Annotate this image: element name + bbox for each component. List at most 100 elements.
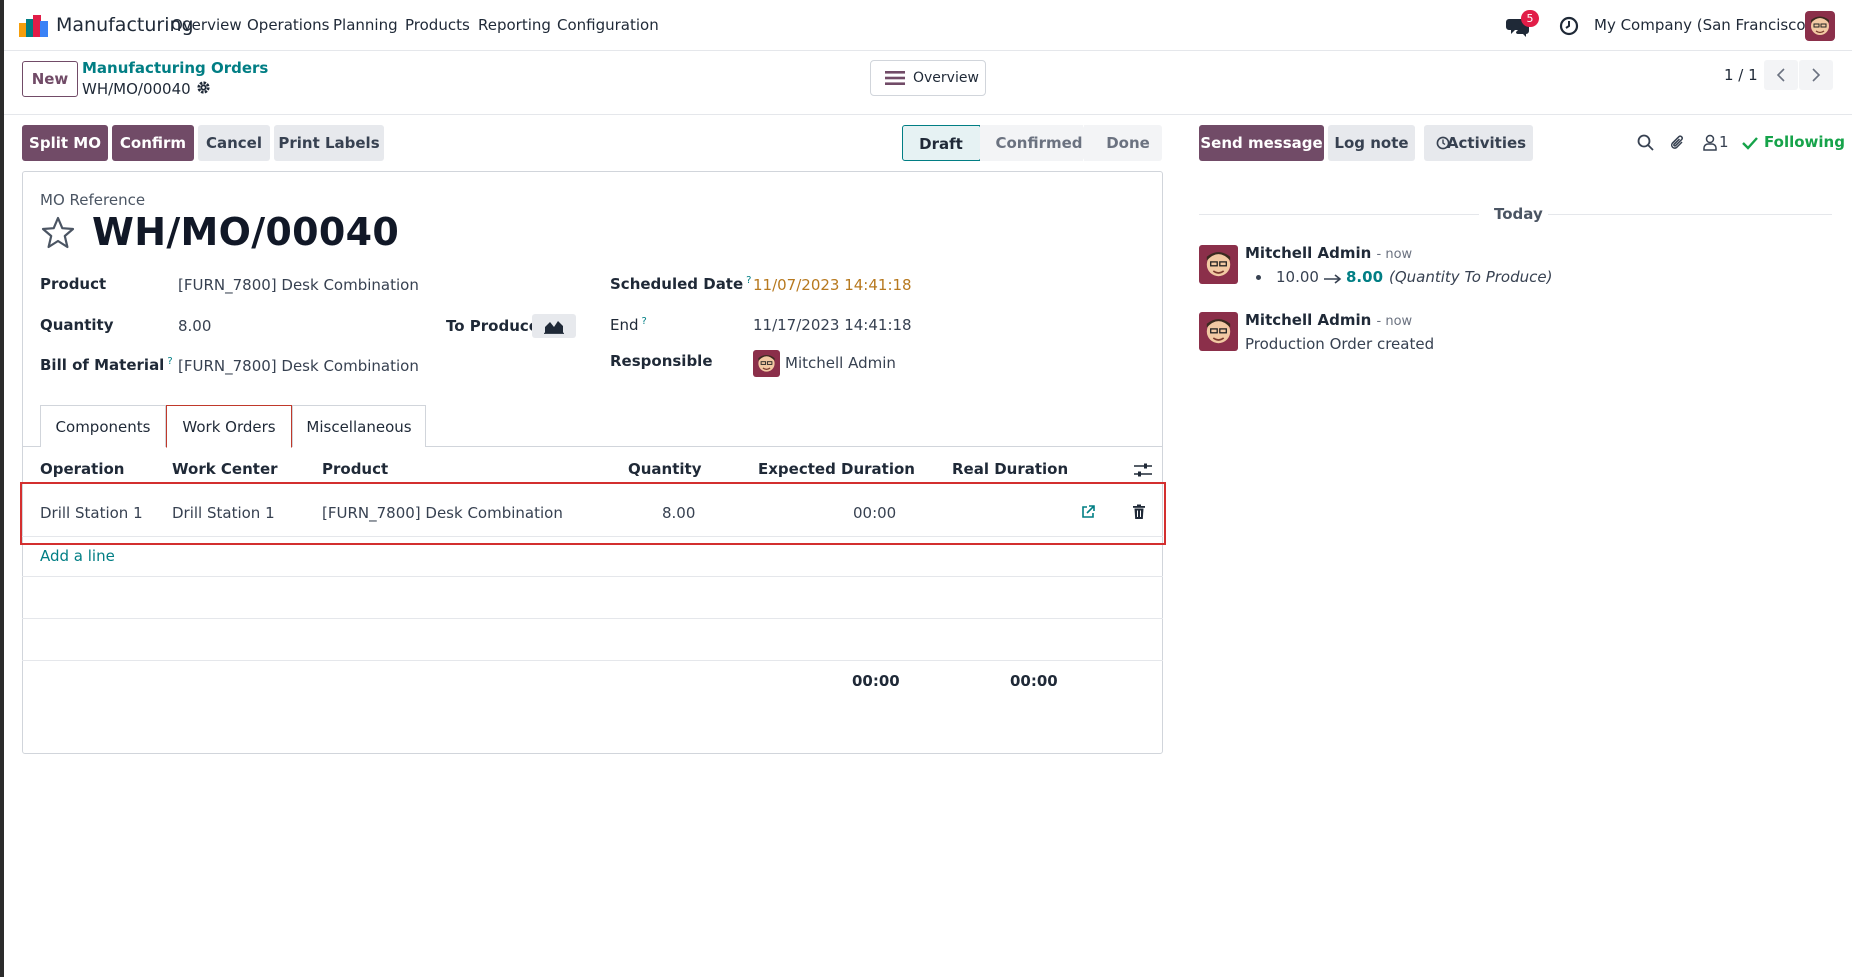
end-label-text: End xyxy=(610,316,639,334)
message-author[interactable]: Mitchell Admin - now xyxy=(1245,244,1412,262)
overview-button[interactable]: Overview xyxy=(870,60,986,96)
chevron-left-icon xyxy=(1776,68,1785,82)
menu-operations[interactable]: Operations xyxy=(247,16,329,34)
quantity-label: Quantity xyxy=(40,316,114,334)
cell-quantity[interactable]: 8.00 xyxy=(662,504,695,522)
column-product[interactable]: Product xyxy=(322,460,388,478)
forecast-chart-button[interactable] xyxy=(532,314,576,338)
menu-products[interactable]: Products xyxy=(405,16,470,34)
empty-row-divider-3 xyxy=(22,660,1163,661)
send-message-button[interactable]: Send message xyxy=(1199,125,1324,161)
area-chart-icon xyxy=(544,321,564,334)
menu-reporting[interactable]: Reporting xyxy=(478,16,551,34)
bom-label-text: Bill of Material xyxy=(40,356,165,374)
menu-planning[interactable]: Planning xyxy=(333,16,398,34)
new-button[interactable]: New xyxy=(22,61,78,97)
log-note-button[interactable]: Log note xyxy=(1328,125,1415,161)
cell-operation[interactable]: Drill Station 1 xyxy=(40,504,143,522)
add-a-line-link[interactable]: Add a line xyxy=(40,547,115,565)
company-switcher[interactable]: My Company (San Francisco) xyxy=(1594,16,1811,34)
end-date-field[interactable]: 11/17/2023 14:41:18 xyxy=(753,316,912,334)
date-separator-line-right xyxy=(1548,214,1832,215)
chevron-right-icon xyxy=(1812,68,1821,82)
user-avatar[interactable] xyxy=(1805,11,1835,41)
mo-reference-label: MO Reference xyxy=(40,191,146,209)
cancel-button[interactable]: Cancel xyxy=(198,125,270,161)
message-time: - now xyxy=(1376,314,1413,329)
optional-columns-icon[interactable] xyxy=(1133,462,1153,478)
product-field[interactable]: [FURN_7800] Desk Combination xyxy=(178,276,419,294)
confirm-button[interactable]: Confirm xyxy=(112,125,194,161)
pager-previous-button[interactable] xyxy=(1764,60,1798,90)
to-produce-label: To Produce xyxy=(446,317,539,335)
following-button[interactable]: Following xyxy=(1764,133,1845,151)
tracking-bullet xyxy=(1256,275,1261,280)
message-time: - now xyxy=(1376,247,1413,262)
message-avatar[interactable] xyxy=(1199,312,1238,351)
split-mo-button[interactable]: Split MO xyxy=(22,125,108,161)
cell-product[interactable]: [FURN_7800] Desk Combination xyxy=(322,504,563,522)
tab-miscellaneous[interactable]: Miscellaneous xyxy=(292,405,426,447)
message-body: Production Order created xyxy=(1245,335,1435,353)
breadcrumb-manufacturing-orders[interactable]: Manufacturing Orders xyxy=(82,59,268,77)
tab-components[interactable]: Components xyxy=(40,405,166,447)
column-quantity[interactable]: Quantity xyxy=(628,460,702,478)
date-separator: Today xyxy=(1494,205,1543,223)
followers-count[interactable]: 1 xyxy=(1719,133,1729,151)
trash-icon[interactable] xyxy=(1132,504,1146,520)
responsible-label: Responsible xyxy=(610,352,713,370)
status-done[interactable]: Done xyxy=(1084,125,1162,161)
cell-expected-duration[interactable]: 00:00 xyxy=(853,504,896,522)
top-navbar: Manufacturing Overview Operations Planni… xyxy=(4,0,1852,51)
message-author[interactable]: Mitchell Admin - now xyxy=(1245,311,1412,329)
responsible-field[interactable]: Mitchell Admin xyxy=(785,354,896,372)
column-operation[interactable]: Operation xyxy=(40,460,124,478)
tracking-field-name: (Quantity To Produce) xyxy=(1389,268,1553,286)
tab-work-orders[interactable]: Work Orders xyxy=(166,405,292,448)
gear-icon[interactable] xyxy=(196,80,211,95)
responsible-avatar xyxy=(753,350,780,377)
bom-help-icon[interactable]: ? xyxy=(167,356,172,367)
window-edge xyxy=(0,0,4,977)
product-label: Product xyxy=(40,275,107,293)
print-labels-button[interactable]: Print Labels xyxy=(274,125,384,161)
scheduled-date-label: Scheduled Date? xyxy=(610,275,751,293)
cell-work-center[interactable]: Drill Station 1 xyxy=(172,504,275,522)
activities-button[interactable]: Activities xyxy=(1424,125,1533,161)
empty-row-divider-1 xyxy=(22,576,1163,577)
date-separator-line-left xyxy=(1199,214,1479,215)
column-real-duration[interactable]: Real Duration xyxy=(952,460,1068,478)
scheduled-date-field[interactable]: 11/07/2023 14:41:18 xyxy=(753,276,912,294)
activity-clock-icon[interactable] xyxy=(1559,16,1579,36)
mo-reference-title[interactable]: WH/MO/00040 xyxy=(92,210,399,254)
control-panel-divider xyxy=(4,114,1852,115)
bom-field[interactable]: [FURN_7800] Desk Combination xyxy=(178,357,419,375)
quantity-field[interactable]: 8.00 xyxy=(178,317,211,335)
menu-configuration[interactable]: Configuration xyxy=(557,16,659,34)
search-icon[interactable] xyxy=(1636,133,1656,153)
external-link-icon[interactable] xyxy=(1080,504,1096,520)
followers-icon[interactable] xyxy=(1700,133,1720,153)
column-expected-duration[interactable]: Expected Duration xyxy=(758,460,915,478)
total-expected-duration: 00:00 xyxy=(852,672,900,690)
check-icon xyxy=(1742,137,1758,150)
scheduled-date-label-text: Scheduled Date xyxy=(610,275,744,293)
manufacturing-app-icon[interactable] xyxy=(19,15,49,37)
star-icon[interactable] xyxy=(40,215,76,251)
message-author-name[interactable]: Mitchell Admin xyxy=(1245,311,1371,329)
end-label: End? xyxy=(610,316,647,334)
status-draft[interactable]: Draft xyxy=(902,125,980,161)
menu-overview[interactable]: Overview xyxy=(171,16,242,34)
scheduled-date-help-icon[interactable]: ? xyxy=(746,275,751,286)
status-confirmed[interactable]: Confirmed xyxy=(980,125,1084,161)
menu-lines-icon xyxy=(885,71,905,85)
message-avatar[interactable] xyxy=(1199,245,1238,284)
pager-value[interactable]: 1 / 1 xyxy=(1724,66,1758,84)
column-work-center[interactable]: Work Center xyxy=(172,460,278,478)
end-help-icon[interactable]: ? xyxy=(642,316,647,327)
tracking-old-value: 10.00 xyxy=(1276,268,1319,286)
pager-next-button[interactable] xyxy=(1799,60,1833,90)
arrow-right-icon xyxy=(1324,274,1342,284)
paperclip-icon[interactable] xyxy=(1668,133,1688,153)
message-author-name[interactable]: Mitchell Admin xyxy=(1245,244,1371,262)
